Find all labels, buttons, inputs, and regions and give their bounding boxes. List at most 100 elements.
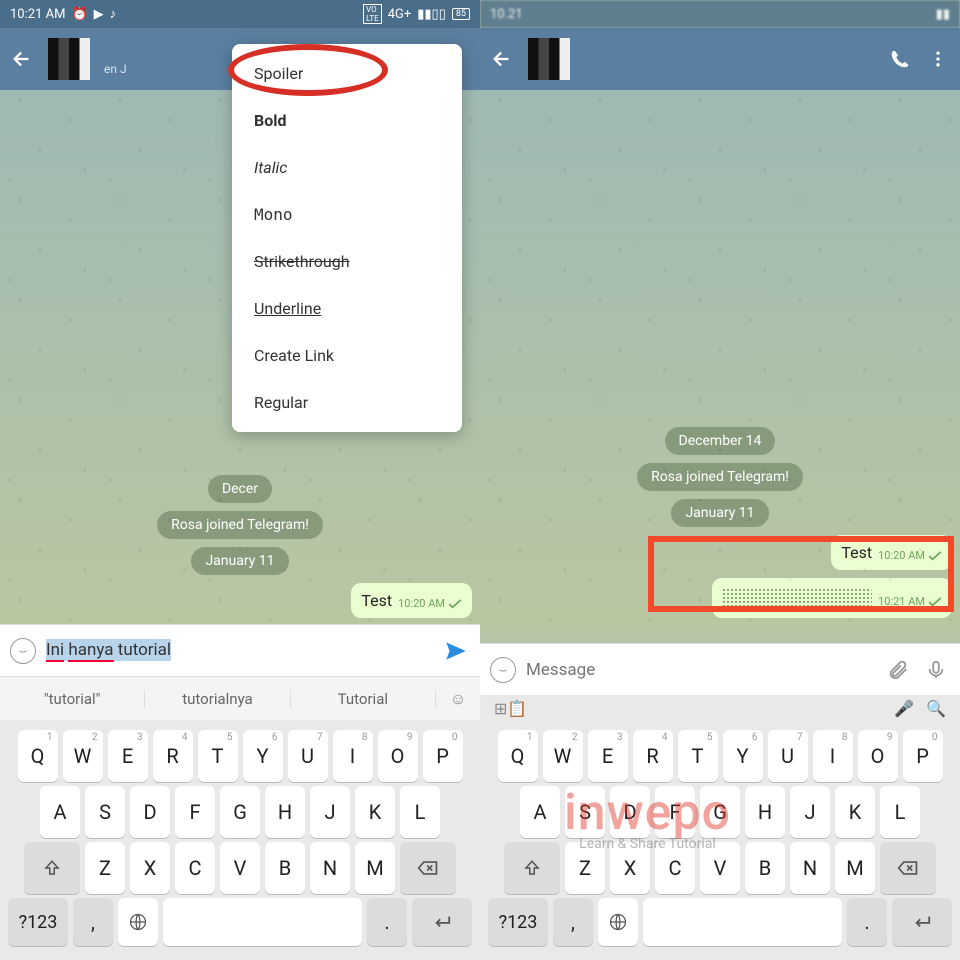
key-h[interactable]: H [745, 786, 785, 838]
emoji-icon[interactable]: ⌣ [10, 638, 36, 664]
key-f[interactable]: F [175, 786, 215, 838]
format-bold[interactable]: Bold [232, 97, 462, 144]
chat-area[interactable]: December 14 Rosa joined Telegram! Januar… [480, 90, 960, 630]
backspace-key[interactable] [400, 842, 456, 894]
format-strikethrough[interactable]: Strikethrough [232, 238, 462, 285]
shift-key[interactable] [504, 842, 560, 894]
key-j[interactable]: J [790, 786, 830, 838]
key-k[interactable]: K [355, 786, 395, 838]
key-e[interactable]: E3 [108, 730, 148, 782]
key-t[interactable]: T5 [678, 730, 718, 782]
kb-mic-icon[interactable]: 🎤 [894, 699, 914, 718]
key-u[interactable]: U7 [288, 730, 328, 782]
lang-key[interactable] [598, 898, 638, 946]
comma-key[interactable]: , [73, 898, 113, 946]
key-z[interactable]: Z [85, 842, 125, 894]
avatar[interactable] [528, 38, 570, 80]
key-g[interactable]: G [220, 786, 260, 838]
period-key[interactable]: . [847, 898, 887, 946]
message-input[interactable]: Ini hanya tutorial [46, 640, 432, 662]
key-x[interactable]: X [130, 842, 170, 894]
format-create-link[interactable]: Create Link [232, 332, 462, 379]
outgoing-message[interactable]: Test 10:20 AM [831, 535, 952, 570]
key-b[interactable]: B [265, 842, 305, 894]
outgoing-message[interactable]: Test 10:20 AM [351, 583, 472, 618]
key-w[interactable]: W2 [543, 730, 583, 782]
key-s[interactable]: S [85, 786, 125, 838]
key-o[interactable]: O9 [378, 730, 418, 782]
key-l[interactable]: L [400, 786, 440, 838]
key-v[interactable]: V [700, 842, 740, 894]
key-r[interactable]: R4 [153, 730, 193, 782]
key-c[interactable]: C [175, 842, 215, 894]
key-l[interactable]: L [880, 786, 920, 838]
key-r[interactable]: R4 [633, 730, 673, 782]
key-m[interactable]: M [835, 842, 875, 894]
suggestion[interactable]: "tutorial" [0, 690, 145, 708]
key-q[interactable]: Q1 [18, 730, 58, 782]
comma-key[interactable]: , [553, 898, 593, 946]
emoji-icon[interactable]: ⌣ [490, 657, 516, 683]
format-spoiler[interactable]: Spoiler [232, 50, 462, 97]
key-i[interactable]: I8 [813, 730, 853, 782]
contact-info[interactable] [584, 49, 874, 69]
format-mono[interactable]: Mono [232, 191, 462, 238]
kb-clipboard-icon[interactable]: 📋 [507, 699, 527, 718]
key-q[interactable]: Q1 [498, 730, 538, 782]
lang-key[interactable] [118, 898, 158, 946]
key-h[interactable]: H [265, 786, 305, 838]
key-c[interactable]: C [655, 842, 695, 894]
key-n[interactable]: N [790, 842, 830, 894]
key-f[interactable]: F [655, 786, 695, 838]
send-button[interactable] [442, 637, 470, 665]
back-icon[interactable] [490, 47, 514, 71]
key-y[interactable]: Y6 [243, 730, 283, 782]
space-key[interactable] [163, 898, 362, 946]
format-italic[interactable]: Italic [232, 144, 462, 191]
call-icon[interactable] [888, 47, 912, 71]
key-e[interactable]: E3 [588, 730, 628, 782]
enter-key[interactable] [892, 898, 952, 946]
key-y[interactable]: Y6 [723, 730, 763, 782]
space-key[interactable] [643, 898, 842, 946]
symbols-key[interactable]: ?123 [8, 898, 68, 946]
key-j[interactable]: J [310, 786, 350, 838]
avatar[interactable] [48, 38, 90, 80]
key-s[interactable]: S [565, 786, 605, 838]
key-d[interactable]: D [130, 786, 170, 838]
symbols-key[interactable]: ?123 [488, 898, 548, 946]
attach-icon[interactable] [884, 656, 912, 684]
mic-icon[interactable] [922, 656, 950, 684]
suggestion[interactable]: tutorialnya [145, 690, 290, 708]
back-icon[interactable] [10, 47, 34, 71]
key-g[interactable]: G [700, 786, 740, 838]
more-icon[interactable] [926, 47, 950, 71]
enter-key[interactable] [412, 898, 472, 946]
key-m[interactable]: M [355, 842, 395, 894]
key-n[interactable]: N [310, 842, 350, 894]
key-o[interactable]: O9 [858, 730, 898, 782]
shift-key[interactable] [24, 842, 80, 894]
kb-search-icon[interactable]: 🔍 [926, 699, 946, 718]
key-v[interactable]: V [220, 842, 260, 894]
key-d[interactable]: D [610, 786, 650, 838]
key-t[interactable]: T5 [198, 730, 238, 782]
key-a[interactable]: A [40, 786, 80, 838]
spoiler-content[interactable] [722, 588, 872, 608]
key-a[interactable]: A [520, 786, 560, 838]
period-key[interactable]: . [367, 898, 407, 946]
key-x[interactable]: X [610, 842, 650, 894]
key-k[interactable]: K [835, 786, 875, 838]
key-p[interactable]: P0 [903, 730, 943, 782]
message-input[interactable] [526, 660, 874, 680]
key-w[interactable]: W2 [63, 730, 103, 782]
key-z[interactable]: Z [565, 842, 605, 894]
key-i[interactable]: I8 [333, 730, 373, 782]
format-underline[interactable]: Underline [232, 285, 462, 332]
key-b[interactable]: B [745, 842, 785, 894]
kb-apps-icon[interactable]: ⊞ [494, 699, 507, 718]
outgoing-spoiler-message[interactable]: 10:21 AM [712, 578, 952, 618]
emoji-kb-icon[interactable]: ☺ [436, 689, 480, 709]
key-u[interactable]: U7 [768, 730, 808, 782]
key-p[interactable]: P0 [423, 730, 463, 782]
